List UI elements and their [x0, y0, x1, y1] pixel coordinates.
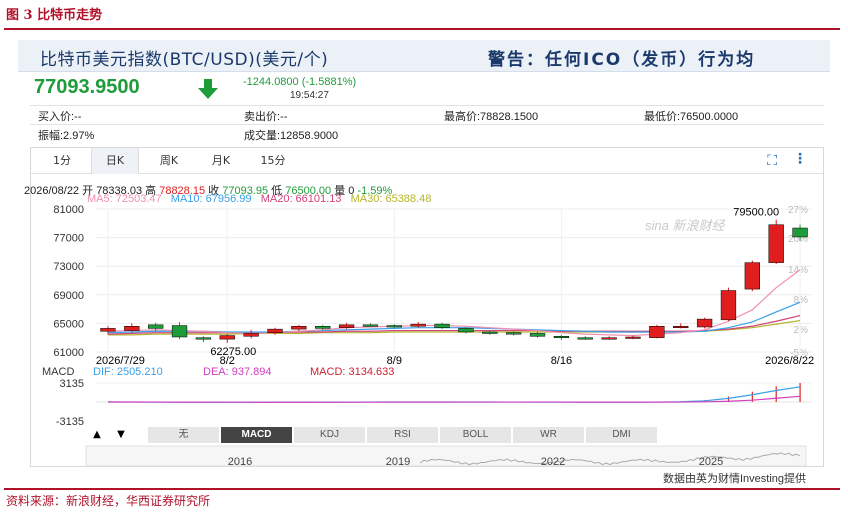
max-annotation: 79500.00: [733, 207, 779, 219]
candle-body: [577, 337, 593, 340]
y-tick-label: 61000: [53, 347, 84, 359]
indicator-bar: ▲ ▼ 无 MACD KDJ RSI BOLL WR DMI: [86, 427, 658, 443]
y-tick-label: 81000: [53, 204, 84, 216]
macd-title: MACD: [42, 366, 74, 378]
y-tick-label: 65000: [53, 318, 84, 330]
y-tick-label: 73000: [53, 261, 84, 273]
candle-body: [744, 262, 760, 290]
macd-tick-label: -3135: [56, 416, 84, 428]
y-tick-label: 69000: [53, 290, 84, 302]
indicator-macd[interactable]: MACD: [221, 427, 293, 443]
candle-body: [482, 331, 498, 334]
pct-tick-label: 2%: [794, 325, 809, 336]
candle-body: [434, 323, 450, 328]
candle-body: [553, 336, 570, 339]
candle-body: [696, 318, 713, 328]
candle-body: [458, 328, 474, 333]
ma5-line: [107, 269, 801, 337]
candle-body: [124, 326, 140, 331]
indicator-kdj[interactable]: KDJ: [294, 427, 366, 443]
y-tick-label: 77000: [53, 233, 84, 245]
timeline-year-label: 2019: [386, 456, 410, 468]
data-provider-note: 数据由英为财情Investing提供: [662, 473, 806, 485]
candle-body: [386, 325, 402, 328]
candle-body: [410, 323, 426, 327]
candle-body: [291, 326, 307, 330]
dea-legend: DEA: 937.894: [203, 366, 272, 378]
pct-tick-label: 27%: [788, 205, 808, 216]
indicator-dmi[interactable]: DMI: [586, 427, 658, 443]
candle-body: [315, 326, 331, 329]
bottom-rule: [4, 488, 840, 490]
candle-body: [338, 324, 355, 328]
source-note: 资料来源：新浪财经，华西证券研究所: [6, 494, 211, 508]
candle-body: [625, 336, 641, 339]
candle-body: [529, 333, 546, 337]
indicator-wr[interactable]: WR: [513, 427, 585, 443]
dea-line: [107, 395, 801, 403]
indicator-boll[interactable]: BOLL: [440, 427, 512, 443]
macd-legend: MACD: 3134.633: [310, 366, 394, 378]
sina-watermark: sina 新浪财经: [645, 218, 726, 233]
candle-body: [100, 328, 116, 332]
indicator-rsi[interactable]: RSI: [367, 427, 439, 443]
next-arrow-icon[interactable]: ▼: [110, 427, 132, 443]
candle-body: [219, 335, 235, 340]
candle-body: [506, 332, 522, 335]
timeline-year-label: 2025: [699, 456, 723, 468]
macd-tick-label: 3135: [60, 378, 84, 390]
x-tick-label: 8/16: [551, 355, 572, 367]
x-tick-label: 2026/8/22: [765, 355, 814, 367]
candle-body: [768, 224, 784, 263]
timeline-year-label: 2016: [228, 456, 252, 468]
candle-body: [792, 227, 808, 238]
candle-body: [243, 333, 259, 337]
candle-body: [267, 328, 283, 333]
indicator-none[interactable]: 无: [148, 427, 220, 443]
dif-legend: DIF: 2505.210: [93, 366, 163, 378]
candle-body: [362, 324, 379, 327]
timeline-year-label: 2022: [541, 456, 565, 468]
prev-arrow-icon[interactable]: ▲: [86, 427, 108, 443]
pct-tick-label: 14%: [788, 265, 808, 276]
candle-body: [649, 326, 665, 338]
dif-line: [107, 386, 801, 403]
candle-body: [601, 337, 617, 340]
candle-body: [673, 326, 689, 329]
candle-body: [720, 290, 737, 321]
candle-body: [171, 325, 188, 338]
ma10-line: [107, 301, 801, 334]
candle-body: [195, 337, 212, 340]
candle-body: [148, 324, 164, 329]
